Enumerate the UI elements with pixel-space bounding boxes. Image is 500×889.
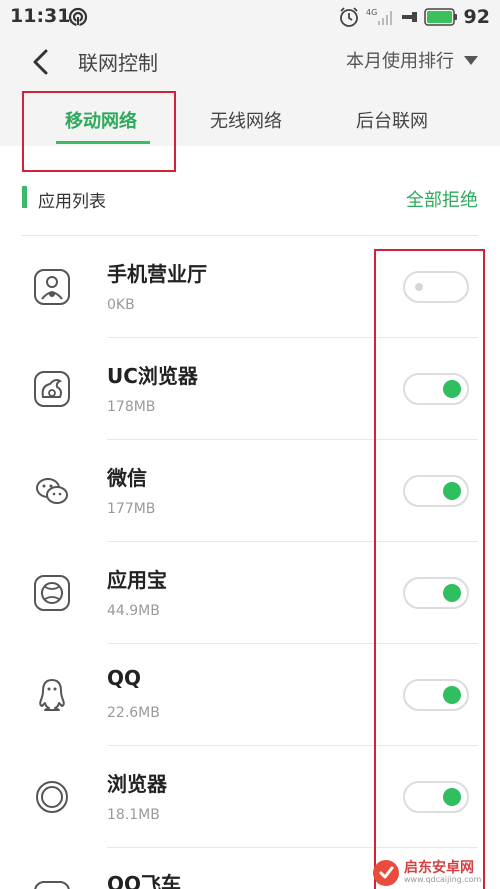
app-name: 浏览器 — [107, 772, 167, 796]
network-toggle[interactable] — [403, 271, 469, 303]
network-tabs: 移动网络 无线网络 后台联网 — [0, 90, 500, 146]
app-header: 联网控制 本月使用排行 — [0, 34, 500, 90]
qq-icon — [39, 679, 65, 711]
app-usage: 18.1MB — [107, 807, 160, 823]
section-title: 应用列表 — [38, 192, 106, 212]
network-toggle[interactable] — [403, 679, 469, 711]
toggle-knob — [443, 686, 461, 704]
app-row: 应用宝 44.9MB — [0, 542, 500, 644]
network-toggle[interactable] — [403, 475, 469, 507]
app-name: 应用宝 — [107, 568, 167, 592]
deny-all-button[interactable]: 全部拒绝 — [406, 186, 478, 212]
app-row: 微信 177MB — [0, 440, 500, 542]
qq-speed-icon — [34, 881, 70, 889]
app-row: 浏览器 18.1MB — [0, 746, 500, 848]
app-name: QQ飞车 — [107, 872, 182, 889]
status-bar: 11:31 4G 92 — [0, 0, 500, 34]
signal-icon: 4G — [366, 8, 392, 25]
watermark-text: 启东安卓网 — [404, 860, 474, 876]
tab-wifi[interactable]: 无线网络 — [210, 107, 282, 133]
watermark-sub: www.qdcaijing.com — [404, 875, 482, 884]
toggle-knob — [443, 584, 461, 602]
network-toggle[interactable] — [403, 373, 469, 405]
app-name: 微信 — [107, 466, 147, 490]
app-usage: 0KB — [107, 297, 135, 313]
battery-icon — [423, 8, 457, 26]
app-row: UC浏览器 178MB — [0, 338, 500, 440]
signal-label: 4G — [366, 8, 377, 17]
app-usage: 177MB — [107, 501, 156, 517]
browser-icon — [36, 781, 68, 813]
toggle-knob — [415, 283, 423, 291]
tab-background[interactable]: 后台联网 — [356, 107, 428, 133]
watermark-text-block: 启东安卓网 www.qdcaijing.com — [404, 861, 481, 884]
uc-browser-icon — [34, 371, 70, 407]
app-name: UC浏览器 — [107, 364, 198, 388]
sort-dropdown[interactable]: 本月使用排行 — [346, 47, 478, 73]
app-name: 手机营业厅 — [107, 262, 207, 286]
toggle-knob — [443, 482, 461, 500]
status-right: 4G 92 — [338, 4, 490, 30]
battery-level: 92 — [463, 6, 490, 28]
app-store-icon — [34, 575, 70, 611]
chevron-down-icon — [464, 55, 478, 65]
section-accent-bar — [22, 186, 27, 208]
network-toggle[interactable] — [403, 781, 469, 813]
tab-mobile-network[interactable]: 移动网络 — [65, 107, 137, 133]
status-time: 11:31 — [10, 5, 71, 27]
hotspot-icon — [68, 7, 88, 27]
app-usage: 44.9MB — [107, 603, 160, 619]
toggle-knob — [443, 380, 461, 398]
sort-label: 本月使用排行 — [346, 51, 454, 72]
app-row: 手机营业厅 0KB — [0, 236, 500, 338]
back-arrow-icon[interactable] — [26, 46, 56, 78]
page-title: 联网控制 — [78, 51, 158, 75]
app-name: QQ — [107, 666, 142, 690]
watermark-logo-icon — [373, 859, 399, 886]
alarm-icon — [339, 7, 358, 27]
app-usage: 178MB — [107, 399, 156, 415]
tab-active-indicator — [56, 141, 150, 144]
app-row: QQ 22.6MB — [0, 644, 500, 746]
toggle-knob — [443, 788, 461, 806]
phone-hall-icon — [34, 269, 70, 305]
wechat-icon — [36, 478, 68, 504]
app-usage: 22.6MB — [107, 705, 160, 721]
watermark: 启东安卓网 www.qdcaijing.com — [372, 856, 500, 889]
network-toggle[interactable] — [403, 577, 469, 609]
charging-icon — [401, 12, 417, 22]
